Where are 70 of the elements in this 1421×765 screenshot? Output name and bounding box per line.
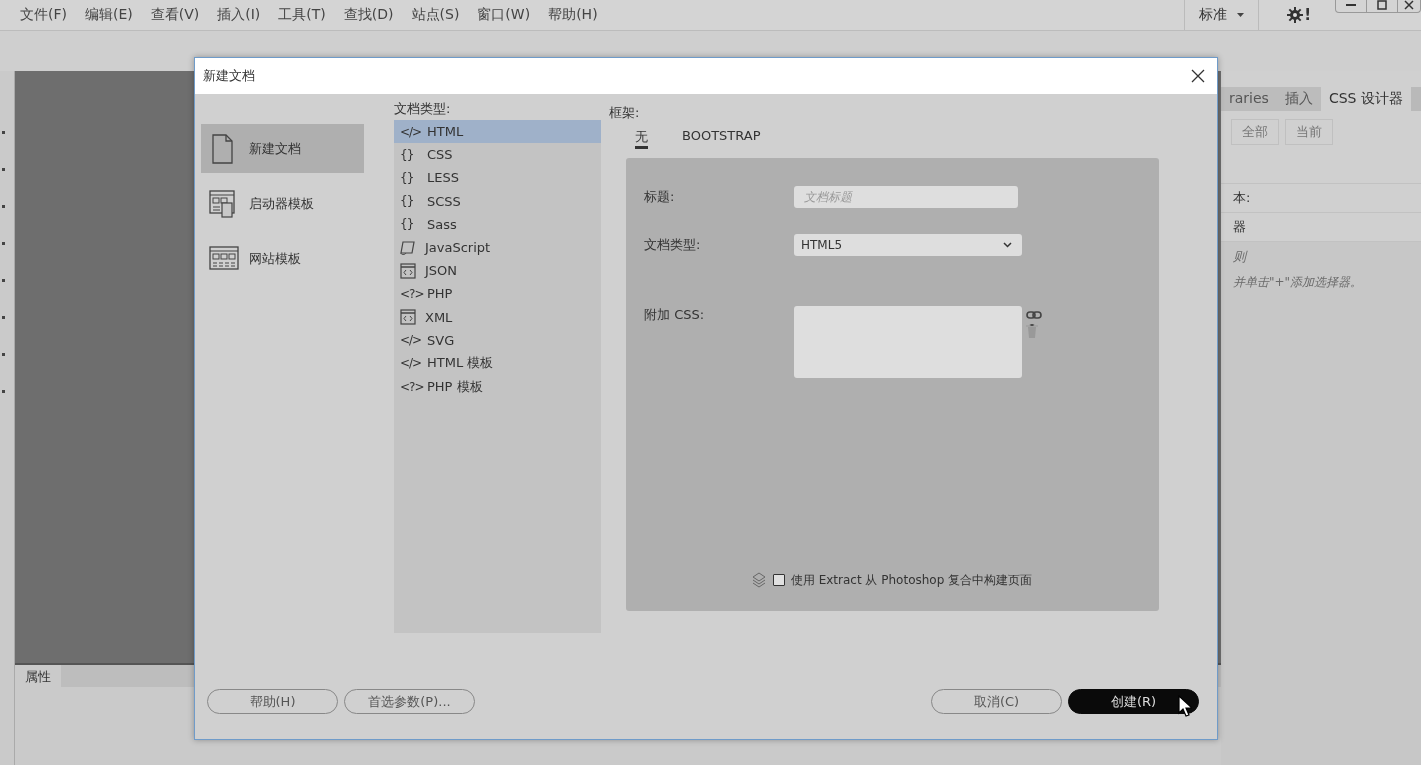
menu-item[interactable]: 站点(S) [405, 6, 466, 24]
panel-tab[interactable]: 属性 [15, 665, 61, 687]
nav-item[interactable]: 网站模板 [201, 234, 364, 283]
checkbox[interactable] [772, 574, 785, 586]
dialog-title: 新建文档 [203, 67, 255, 85]
field-label: 文档类型: [644, 236, 702, 254]
list-item[interactable]: XML [394, 305, 601, 329]
menu-item[interactable]: 文件(F) [14, 6, 73, 24]
list-item[interactable]: </> SVG [394, 328, 601, 352]
tool-icon[interactable] [2, 131, 5, 134]
tab[interactable]: 无 [635, 128, 648, 149]
chevron-down-icon [1003, 242, 1012, 248]
section-label: 本: [1233, 189, 1251, 207]
list-item[interactable]: <?> PHP 模板 [394, 375, 601, 399]
mouse-cursor-icon [1178, 695, 1192, 717]
title-field[interactable]: 文档标题 [794, 186, 1018, 208]
trash-icon [1026, 324, 1038, 338]
list-item[interactable]: {} CSS [394, 143, 601, 167]
menu-item[interactable]: 查看(V) [144, 6, 206, 24]
tool-icon[interactable] [2, 390, 5, 393]
tool-icon[interactable] [2, 168, 5, 171]
list-item[interactable]: {} LESS [394, 166, 601, 190]
menu-item[interactable]: 帮助(H) [542, 6, 604, 24]
hint-text: 并单击"+"添加选择器。 [1233, 274, 1364, 291]
dialog-button[interactable]: 取消(C) [931, 689, 1062, 714]
menu-item[interactable]: 插入(I) [211, 6, 267, 24]
scroll-icon [400, 239, 416, 256]
gear-icon [1287, 7, 1304, 23]
list-item[interactable]: {} Sass [394, 212, 601, 236]
tool-icon[interactable] [2, 279, 5, 282]
maximize-icon [1377, 0, 1387, 10]
tab[interactable]: BOOTSTRAP [682, 128, 761, 149]
doctype-dropdown[interactable]: HTML5 [794, 234, 1022, 256]
dialog-button[interactable]: 首选参数(P)... [344, 689, 475, 714]
tool-icon[interactable] [2, 353, 5, 356]
sync-settings-button[interactable]: ! [1259, 0, 1335, 30]
tool-icon[interactable] [2, 205, 5, 208]
layers-icon [750, 572, 767, 588]
menu-item[interactable]: 编辑(E) [79, 6, 139, 24]
nav-item[interactable]: 启动器模板 [201, 179, 364, 228]
section-label: 框架: [609, 104, 641, 122]
link-button[interactable] [1026, 310, 1042, 320]
tool-icon[interactable] [2, 316, 5, 319]
menu-item[interactable]: 工具(T) [272, 6, 332, 24]
list-item[interactable]: JavaScript [394, 235, 601, 260]
close-button[interactable] [1191, 69, 1205, 83]
list-item[interactable]: <?> PHP [394, 282, 601, 306]
dialog-button[interactable]: 帮助(H) [207, 689, 338, 714]
menu-item[interactable]: 查找(D) [337, 6, 400, 24]
code-window-icon [400, 262, 416, 279]
link-icon [1026, 310, 1042, 320]
create-button[interactable]: 创建(R) [1068, 689, 1199, 714]
section-label: 文档类型: [394, 100, 452, 118]
checkbox-label: 使用 Extract 从 Photoshop 复合中构建页面 [790, 571, 1033, 589]
panel-tab[interactable]: CSS 设计器 [1320, 87, 1411, 111]
field-label: 附加 CSS: [644, 306, 706, 324]
code-window-icon [400, 309, 416, 326]
menu-item[interactable]: 窗口(W) [471, 6, 537, 24]
tool-icon[interactable] [2, 242, 5, 245]
list-item[interactable]: JSON [394, 259, 601, 283]
list-item[interactable]: </> HTML 模板 [394, 351, 601, 376]
list-item[interactable]: {} SCSS [394, 189, 601, 213]
section-label: 器 [1233, 218, 1246, 236]
close-icon [1404, 0, 1414, 10]
caret-icon [1237, 13, 1245, 17]
close-icon [1191, 69, 1205, 83]
hint-title: 则 [1233, 248, 1249, 266]
list-item[interactable]: </> HTML [394, 120, 601, 144]
field-label: 标题: [644, 188, 676, 206]
nav-item[interactable]: 新建文档 [201, 124, 364, 173]
